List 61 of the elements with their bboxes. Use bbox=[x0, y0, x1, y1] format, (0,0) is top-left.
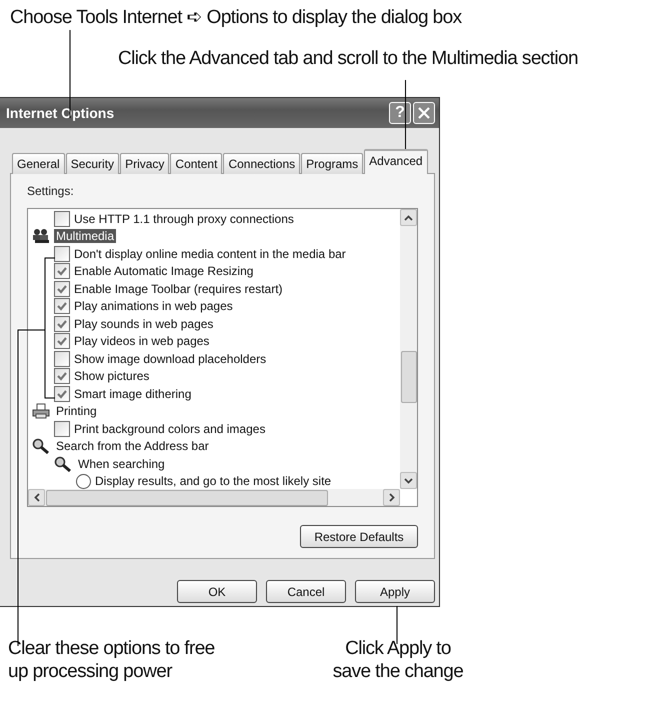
leader-line bbox=[396, 606, 398, 644]
tab[interactable]: Programs bbox=[301, 153, 364, 174]
checkbox[interactable] bbox=[54, 420, 70, 437]
checkbox[interactable] bbox=[54, 350, 70, 367]
group-label[interactable]: Search from the Address bar bbox=[54, 439, 211, 454]
close-button[interactable] bbox=[413, 102, 435, 124]
checkbox[interactable] bbox=[54, 316, 70, 332]
callout-text: Click Apply to save the change bbox=[332, 637, 464, 683]
callout-text: Click the Advanced tab and scroll to the Multimedia section bbox=[118, 47, 578, 70]
scroll-down-button[interactable] bbox=[400, 472, 417, 489]
horizontal-scrollbar[interactable] bbox=[28, 489, 400, 506]
callout-text: Clear these options to free up processing power bbox=[8, 637, 216, 683]
scroll-right-button[interactable] bbox=[383, 489, 400, 506]
window-title: Internet Options bbox=[6, 105, 114, 121]
scroll-thumb[interactable] bbox=[400, 351, 416, 403]
option-label: Print background colors and images bbox=[74, 422, 266, 436]
magnifier-icon bbox=[32, 438, 50, 454]
tab[interactable]: General bbox=[12, 153, 65, 174]
settings-label: Settings: bbox=[27, 184, 75, 200]
checkbox[interactable] bbox=[54, 263, 70, 280]
option-label: Display results, and go to the most likely site bbox=[95, 474, 332, 488]
restore-defaults-button[interactable]: Restore Defaults bbox=[300, 525, 418, 548]
radio-button[interactable] bbox=[76, 474, 91, 489]
scroll-thumb[interactable] bbox=[46, 490, 328, 506]
option-label: Play videos in web pages bbox=[74, 334, 210, 348]
scroll-up-button[interactable] bbox=[400, 209, 417, 226]
vertical-scrollbar[interactable] bbox=[400, 209, 417, 489]
option-label: Smart image dithering bbox=[74, 386, 192, 401]
option-label: Show pictures bbox=[74, 369, 150, 384]
option-label: Show image download placeholders bbox=[74, 352, 266, 366]
tab[interactable]: Connections bbox=[223, 153, 300, 174]
checkbox[interactable] bbox=[54, 246, 70, 262]
checkbox[interactable] bbox=[54, 368, 70, 384]
option-label: Play animations in web pages bbox=[74, 299, 233, 314]
checkbox[interactable] bbox=[54, 298, 70, 314]
dialog-button[interactable]: Apply bbox=[355, 580, 435, 603]
scroll-left-button[interactable] bbox=[28, 489, 45, 506]
option-label: Play sounds in web pages bbox=[74, 316, 214, 331]
tab[interactable]: Security bbox=[66, 153, 120, 174]
tab[interactable]: Advanced bbox=[364, 149, 428, 174]
option-label: Don't display online media content in the media bar bbox=[74, 246, 346, 261]
callout-text: Choose Tools Internet ➪ Options to display the dialog box bbox=[10, 6, 462, 29]
tab[interactable]: Privacy bbox=[120, 153, 170, 174]
checkbox[interactable] bbox=[54, 210, 70, 227]
people-icon bbox=[32, 228, 50, 244]
checkbox[interactable] bbox=[54, 280, 70, 297]
group-label[interactable]: Printing bbox=[54, 404, 99, 418]
dialog-button[interactable]: Cancel bbox=[266, 580, 346, 603]
tab[interactable]: Content bbox=[170, 153, 222, 174]
checkbox[interactable] bbox=[54, 386, 70, 402]
option-label: Use HTTP 1.1 through proxy connections bbox=[74, 212, 294, 226]
close-icon bbox=[417, 106, 431, 120]
group-label[interactable]: Multimedia bbox=[54, 229, 116, 244]
help-button[interactable]: ? bbox=[389, 102, 411, 124]
printer-icon bbox=[32, 403, 50, 420]
dialog-button[interactable]: OK bbox=[177, 580, 257, 603]
magnifier-icon bbox=[54, 456, 72, 472]
checkbox[interactable] bbox=[54, 333, 70, 350]
group-label[interactable]: When searching bbox=[76, 456, 167, 471]
option-label: Enable Automatic Image Resizing bbox=[74, 264, 254, 278]
option-label: Enable Image Toolbar (requires restart) bbox=[74, 282, 283, 296]
